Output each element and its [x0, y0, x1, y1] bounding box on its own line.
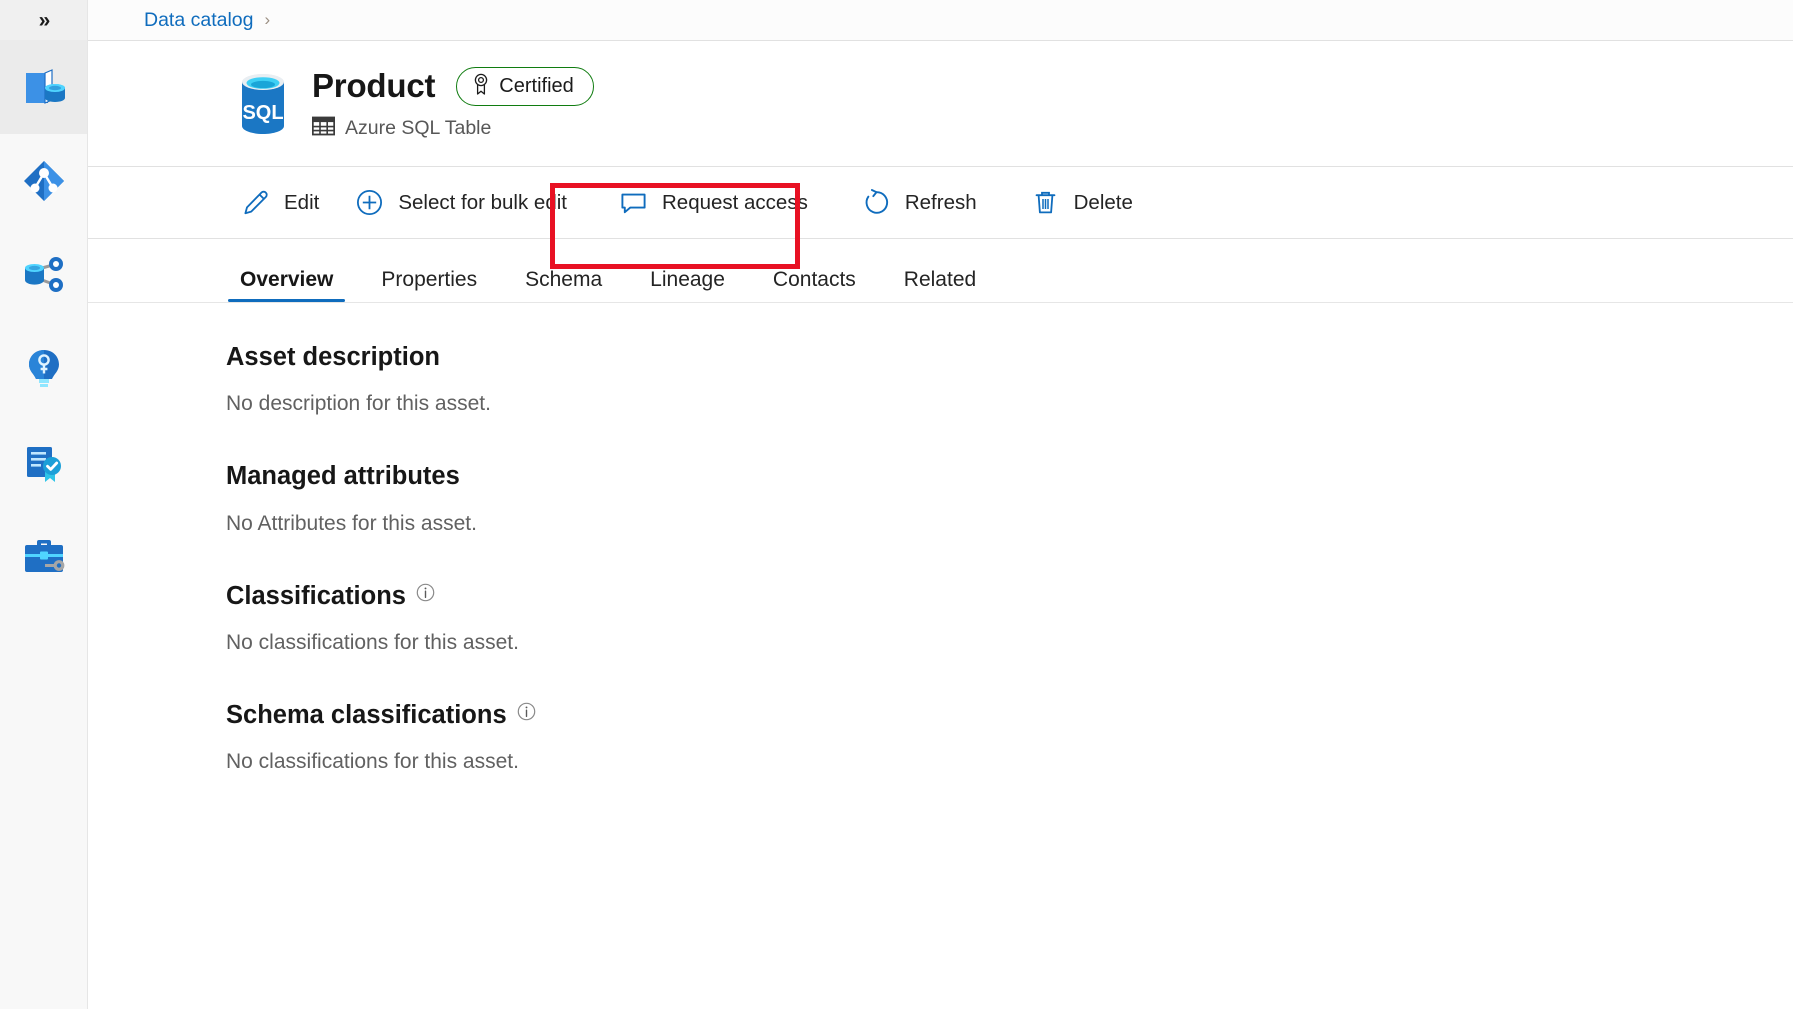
- lightbulb-key-icon: [21, 346, 67, 392]
- breadcrumb-item-data-catalog[interactable]: Data catalog: [144, 9, 254, 32]
- briefcase-wrench-icon: [21, 534, 67, 580]
- azure-sql-database-icon: SQL: [238, 71, 288, 137]
- info-icon[interactable]: [517, 702, 536, 721]
- expand-nav-icon[interactable]: »: [39, 10, 49, 31]
- classifications-body: No classifications for this asset.: [226, 631, 1793, 655]
- edit-button[interactable]: Edit: [228, 179, 332, 227]
- asset-subtype-row: Azure SQL Table: [312, 116, 594, 141]
- rail-item-management[interactable]: [0, 510, 87, 604]
- breadcrumb-separator-icon: ›: [265, 10, 271, 30]
- breadcrumb: Data catalog ›: [88, 0, 1793, 41]
- tab-overview[interactable]: Overview: [226, 269, 347, 302]
- asset-header: SQL Product Certified: [88, 41, 1793, 167]
- table-grid-icon: [312, 116, 335, 141]
- app-root: »: [0, 0, 1793, 1009]
- tab-properties[interactable]: Properties: [367, 269, 491, 302]
- section-asset-description: Asset description No description for thi…: [226, 343, 1793, 416]
- section-managed-attributes: Managed attributes No Attributes for thi…: [226, 462, 1793, 535]
- asset-title-row: Product Certified: [312, 67, 594, 106]
- section-heading: Asset description: [226, 343, 1793, 372]
- rail-item-list: [0, 40, 87, 604]
- request-access-label: Request access: [662, 191, 808, 215]
- refresh-button[interactable]: Refresh: [849, 179, 990, 227]
- managed-attributes-body: No Attributes for this asset.: [226, 512, 1793, 536]
- certified-ribbon-icon: [472, 73, 499, 100]
- rail-item-data-estate-insights[interactable]: [0, 228, 87, 322]
- certified-label: Certified: [499, 75, 573, 98]
- request-access-button[interactable]: Request access: [606, 179, 821, 227]
- rail-item-data-catalog[interactable]: [0, 40, 87, 134]
- section-schema-classifications: Schema classifications No classification…: [226, 701, 1793, 774]
- delete-button-label: Delete: [1074, 191, 1133, 215]
- rail-expand-area[interactable]: »: [0, 0, 87, 40]
- select-for-bulk-edit-button[interactable]: Select for bulk edit: [342, 179, 580, 227]
- delete-button[interactable]: Delete: [1018, 179, 1146, 227]
- comment-icon: [619, 188, 648, 217]
- page-title: Product: [312, 68, 435, 104]
- rail-item-data-policy[interactable]: [0, 322, 87, 416]
- tab-bar: Overview Properties Schema Lineage Conta…: [88, 239, 1793, 303]
- rail-item-data-quality[interactable]: [0, 416, 87, 510]
- edit-button-label: Edit: [284, 191, 319, 215]
- tab-schema[interactable]: Schema: [511, 269, 616, 302]
- trash-icon: [1031, 188, 1060, 217]
- database-share-icon: [21, 252, 67, 298]
- data-map-diamond-icon: [21, 158, 67, 204]
- refresh-icon: [862, 188, 891, 217]
- plus-circle-icon: [355, 188, 384, 217]
- schema-classifications-heading-text: Schema classifications: [226, 701, 507, 730]
- info-icon[interactable]: [416, 583, 435, 602]
- tab-contacts[interactable]: Contacts: [759, 269, 870, 302]
- status-badge-certified[interactable]: Certified: [456, 67, 593, 106]
- refresh-button-label: Refresh: [905, 191, 977, 215]
- managed-attributes-heading-text: Managed attributes: [226, 462, 460, 491]
- asset-title-block: Product Certified: [312, 67, 594, 141]
- rail-item-data-map[interactable]: [0, 134, 87, 228]
- section-heading: Managed attributes: [226, 462, 1793, 491]
- asset-subtype-label: Azure SQL Table: [345, 117, 491, 140]
- overview-content: Asset description No description for thi…: [88, 303, 1793, 1009]
- section-heading: Classifications: [226, 582, 1793, 611]
- svg-text:SQL: SQL: [242, 102, 283, 124]
- tab-lineage[interactable]: Lineage: [636, 269, 739, 302]
- section-classifications: Classifications No classifications for t…: [226, 582, 1793, 655]
- command-bar: Edit Select for bulk edit Request a: [88, 167, 1793, 239]
- select-for-bulk-edit-label: Select for bulk edit: [398, 191, 567, 215]
- tab-related[interactable]: Related: [890, 269, 990, 302]
- left-nav-rail: »: [0, 0, 88, 1009]
- section-heading: Schema classifications: [226, 701, 1793, 730]
- asset-description-body: No description for this asset.: [226, 392, 1793, 416]
- book-database-icon: [21, 64, 67, 110]
- asset-description-heading-text: Asset description: [226, 343, 440, 372]
- main-panel: Data catalog › SQL Product: [88, 0, 1793, 1009]
- pencil-icon: [241, 188, 270, 217]
- certified-document-icon: [21, 440, 67, 486]
- classifications-heading-text: Classifications: [226, 582, 406, 611]
- schema-classifications-body: No classifications for this asset.: [226, 750, 1793, 774]
